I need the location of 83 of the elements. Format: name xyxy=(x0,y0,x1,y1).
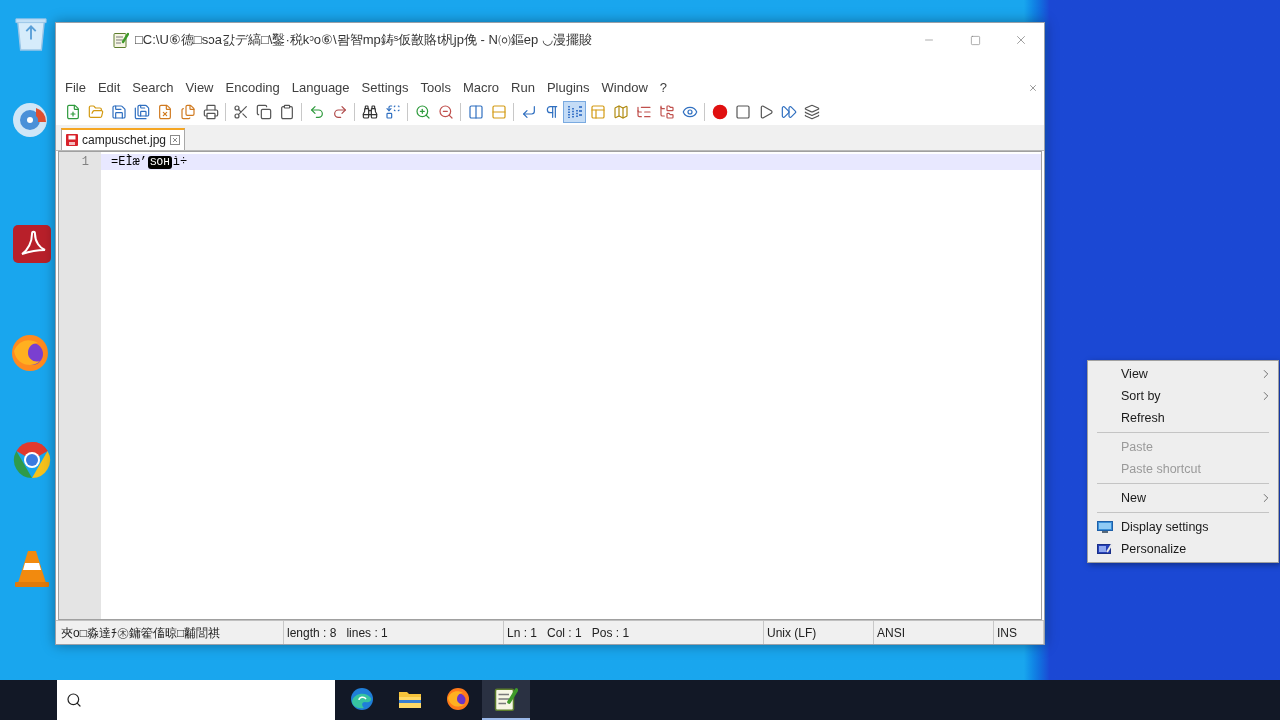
new-file-icon xyxy=(64,104,81,120)
layers-icon xyxy=(803,104,820,120)
zoom-in-icon xyxy=(414,104,431,120)
status-text: ANSI xyxy=(877,624,905,642)
menu-item[interactable]: Run xyxy=(505,78,541,98)
menu-item[interactable]: Sort by xyxy=(1088,385,1278,407)
window-title: □C:\U⑥德□sↄa갌デ縞□\鑿·税kᵓo⑥\뫔智mp鋳ˢ仮敾賂t杋jp俛 - N㈇鏂ep ◡漫擺賐 xyxy=(135,31,592,50)
zoom-out-icon xyxy=(437,104,454,120)
control-character: SOH xyxy=(148,155,172,169)
notepad-icon xyxy=(494,687,518,711)
close-icon xyxy=(1028,83,1038,93)
copy-icon xyxy=(255,104,272,120)
status-text: INS xyxy=(997,624,1017,642)
wrap-icon xyxy=(520,104,537,120)
clipboard-icon xyxy=(278,104,295,120)
save-icon xyxy=(110,104,127,120)
stop-icon xyxy=(734,104,751,120)
menu-item[interactable]: Settings xyxy=(355,78,415,98)
list-tree-icon xyxy=(635,104,652,120)
status-text: lines : 1 xyxy=(346,624,388,642)
search-field[interactable] xyxy=(57,680,335,720)
segmented-circle-icon xyxy=(12,440,52,480)
printer-icon xyxy=(202,104,219,120)
maximize-icon xyxy=(969,34,981,46)
traffic-cone-icon xyxy=(14,548,50,588)
fox-globe-icon xyxy=(10,333,50,373)
menu-item[interactable]: ? xyxy=(653,78,674,98)
menu-item[interactable]: Refresh xyxy=(1088,407,1278,429)
scissors-icon xyxy=(232,104,249,120)
code-text: =EÌæ’ xyxy=(111,153,147,171)
save-all-icon xyxy=(133,104,150,120)
status-text: 夾o□淼達ﾁ㊍鏞篧傗晾□黼閭祺 xyxy=(61,624,221,642)
app-tile-icon xyxy=(12,224,52,264)
eye-icon xyxy=(681,104,698,120)
menu-item[interactable]: Encoding xyxy=(219,78,286,98)
status-text: Col : 1 xyxy=(547,624,582,642)
folder-icon xyxy=(87,104,104,120)
file-tab[interactable]: campuschet.jpg xyxy=(61,128,186,150)
code-text: ì÷ xyxy=(172,154,188,171)
map-icon xyxy=(612,104,629,120)
menu-item[interactable]: Plugins xyxy=(540,78,596,98)
menu-item[interactable]: Personalize xyxy=(1088,538,1278,560)
menu-item[interactable]: View xyxy=(1088,363,1278,385)
wave-circle-icon xyxy=(350,687,374,711)
monitor-icon xyxy=(1097,521,1113,533)
menu-item[interactable]: Tools xyxy=(414,78,457,98)
menu-item[interactable]: Search xyxy=(126,78,180,98)
binoculars-icon xyxy=(361,104,378,120)
indent-guide-icon xyxy=(566,104,583,120)
menu-item[interactable]: Edit xyxy=(91,78,127,98)
undo-icon xyxy=(308,104,325,120)
rows-icon xyxy=(490,104,507,120)
indent-guide-button[interactable] xyxy=(563,101,586,123)
status-text: Unix (LF) xyxy=(767,624,817,642)
menu-item[interactable]: New xyxy=(1088,487,1278,509)
fast-forward-icon xyxy=(780,104,797,120)
close-icon xyxy=(1014,33,1028,47)
redo-icon xyxy=(331,104,348,120)
close-file-icon xyxy=(156,104,173,120)
personalize-icon xyxy=(1097,543,1113,555)
menu-item[interactable]: Display settings xyxy=(1088,516,1278,538)
line-number: 1 xyxy=(81,154,89,171)
folder-icon xyxy=(398,689,422,709)
menu-item[interactable]: Language xyxy=(285,78,356,98)
fox-globe-icon xyxy=(446,687,470,711)
notepad-icon xyxy=(113,32,129,48)
status-text: Ln : 1 xyxy=(507,624,538,642)
search-icon xyxy=(66,692,82,708)
menu-item[interactable]: View xyxy=(179,78,220,98)
replace-icon xyxy=(384,104,401,120)
files-icon xyxy=(179,104,196,120)
status-text: Pos : 1 xyxy=(591,624,630,642)
status-text: length : 8 xyxy=(287,624,337,642)
menu-item[interactable]: File xyxy=(59,78,92,98)
menu-item[interactable]: Window xyxy=(595,78,654,98)
taskbar-button[interactable] xyxy=(482,680,530,720)
columns-icon xyxy=(467,104,484,120)
disc-icon xyxy=(10,100,50,140)
menu-item[interactable]: Macro xyxy=(456,78,506,98)
panel-icon xyxy=(589,104,606,120)
record-icon xyxy=(711,104,728,120)
folder-tree-icon xyxy=(658,104,675,120)
close-icon[interactable] xyxy=(170,135,181,145)
